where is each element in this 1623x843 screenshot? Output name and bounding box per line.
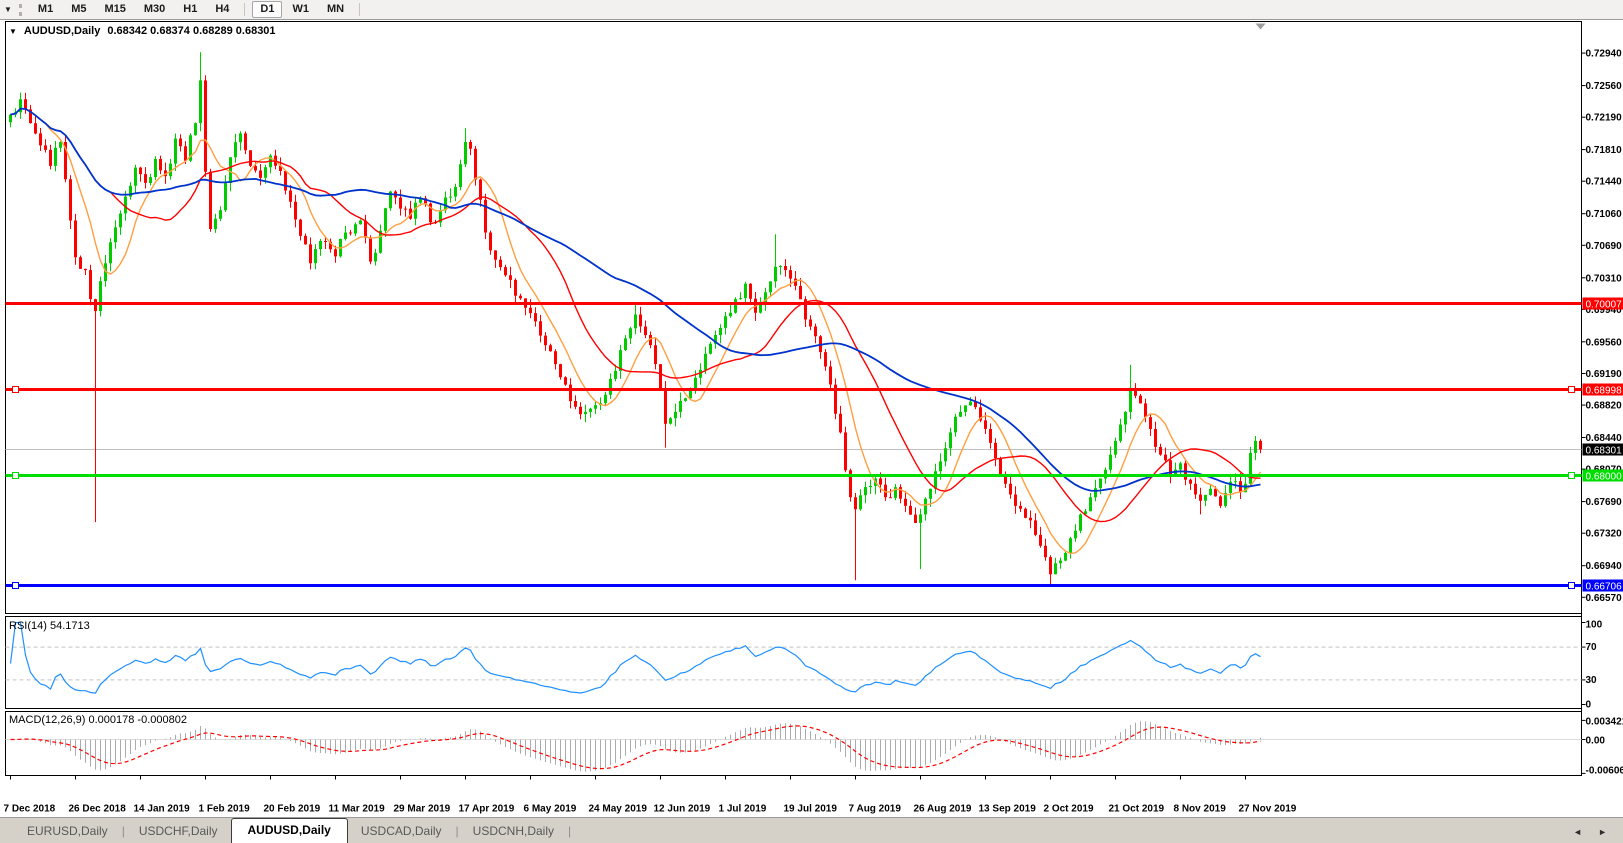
price-tick-label: 0.70690 <box>1586 241 1623 252</box>
date-label: 21 Oct 2019 <box>1109 804 1165 815</box>
price-tick-label: 0.67320 <box>1586 529 1623 540</box>
mt4-window: ▼ M1M5M15M30H1H4D1W1MN 0.729400.725600.7… <box>0 0 1623 843</box>
macd-tick-label: -0.006069 <box>1586 766 1623 777</box>
tab-usdcad[interactable]: USDCAD,Daily <box>348 819 455 843</box>
date-label: 26 Dec 2018 <box>69 804 127 815</box>
price-tick-label: 0.70310 <box>1586 273 1623 284</box>
date-ticks <box>11 776 1246 780</box>
date-label: 29 Mar 2019 <box>394 804 451 815</box>
tab-divider: | <box>567 819 572 843</box>
date-label: 1 Feb 2019 <box>199 804 251 815</box>
chart-tab-bar: EURUSD,Daily|USDCHF,DailyAUDUSD,DailyUSD… <box>0 817 1623 843</box>
date-label: 27 Nov 2019 <box>1239 804 1297 815</box>
hline-price-tag-label: 0.68998 <box>1586 386 1623 397</box>
date-label: 12 Jun 2019 <box>654 804 711 815</box>
rsi-panel-border <box>6 617 1582 709</box>
rsi-tick-label: 0 <box>1586 700 1592 711</box>
date-label: 19 Jul 2019 <box>784 804 838 815</box>
price-tick-label: 0.72190 <box>1586 113 1623 124</box>
date-label: 8 Nov 2019 <box>1174 804 1227 815</box>
tab-eurusd[interactable]: EURUSD,Daily <box>14 819 121 843</box>
toolbar-dropdown-icon[interactable]: ▼ <box>0 5 17 14</box>
date-label: 2 Oct 2019 <box>1044 804 1094 815</box>
timeframe-toolbar: ▼ M1M5M15M30H1H4 D1W1MN <box>0 0 1623 20</box>
macd-histogram <box>11 721 1261 771</box>
timeframe-button-h1[interactable]: H1 <box>175 1 205 18</box>
price-tick-label: 0.71440 <box>1586 177 1623 188</box>
tab-scroll-arrows: ◄ ► <box>1573 827 1623 843</box>
date-label: 11 Mar 2019 <box>329 804 386 815</box>
timeframe-button-m30[interactable]: M30 <box>136 1 173 18</box>
price-tick-label: 0.72560 <box>1586 81 1623 92</box>
hline-price-tag-label: 0.68000 <box>1586 472 1623 483</box>
tab-scroll-right-button[interactable]: ► <box>1598 827 1607 837</box>
price-tick-label: 0.68820 <box>1586 401 1623 412</box>
timeframe-button-mn[interactable]: MN <box>319 1 352 18</box>
toolbar-separator <box>244 3 245 16</box>
chart-canvas[interactable]: 0.72940 0.72560 0.72190 0.71810 0.71440 0.710… <box>0 0 1623 843</box>
tab-usdchf[interactable]: USDCHF,Daily <box>126 819 231 843</box>
date-label: 6 May 2019 <box>524 804 577 815</box>
macd-tick-label: 0.00 <box>1586 736 1606 747</box>
price-tick-label: 0.72940 <box>1586 49 1623 60</box>
rsi-tick-label: 70 <box>1586 642 1598 653</box>
timeframe-button-m1[interactable]: M1 <box>30 1 61 18</box>
current-price-tag-label: 0.68301 <box>1586 446 1623 457</box>
date-label: 17 Apr 2019 <box>459 804 515 815</box>
tab-usdcnh[interactable]: USDCNH,Daily <box>460 819 567 843</box>
toolbar-grip-handle[interactable] <box>19 4 22 16</box>
date-label: 7 Aug 2019 <box>849 804 902 815</box>
hline-price-tag-label: 0.66706 <box>1586 582 1623 593</box>
macd-panel-border <box>6 712 1582 776</box>
price-chart-plot[interactable] <box>6 22 1582 614</box>
date-label: 20 Feb 2019 <box>264 804 321 815</box>
price-tick-label: 0.68440 <box>1586 433 1623 444</box>
price-tick-label: 0.66570 <box>1586 593 1623 604</box>
price-tick-label: 0.69190 <box>1586 369 1623 380</box>
rsi-line <box>11 623 1261 694</box>
tab-scroll-left-button[interactable]: ◄ <box>1573 827 1582 837</box>
price-tick-label: 0.69560 <box>1586 337 1623 348</box>
price-tick-label: 0.71810 <box>1586 145 1623 156</box>
rsi-tick-label: 30 <box>1586 675 1598 686</box>
timeframe-button-m15[interactable]: M15 <box>96 1 133 18</box>
chart-tabs: EURUSD,Daily|USDCHF,DailyAUDUSD,DailyUSD… <box>0 818 572 843</box>
timeframe-button-w1[interactable]: W1 <box>284 1 317 18</box>
tab-audusd[interactable]: AUDUSD,Daily <box>231 818 348 843</box>
date-label: 26 Aug 2019 <box>914 804 972 815</box>
timeframe-button-h4[interactable]: H4 <box>207 1 237 18</box>
date-label: 24 May 2019 <box>589 804 648 815</box>
rsi-tick-label: 100 <box>1586 620 1603 631</box>
price-tick-label: 0.66940 <box>1586 561 1623 572</box>
timeframe-button-group: M1M5M15M30H1H4 D1W1MN <box>29 1 366 18</box>
hline-price-tag-label: 0.70007 <box>1586 300 1623 311</box>
price-tick-label: 0.67690 <box>1586 497 1623 508</box>
macd-tick-label: 0.003421 <box>1586 716 1623 727</box>
date-label: 7 Dec 2018 <box>4 804 56 815</box>
date-label: 14 Jan 2019 <box>134 804 191 815</box>
toolbar-separator <box>359 3 360 16</box>
timeframe-button-m5[interactable]: M5 <box>63 1 94 18</box>
timeframe-button-d1[interactable]: D1 <box>252 1 282 18</box>
price-tick-label: 0.71060 <box>1586 209 1623 220</box>
date-label: 13 Sep 2019 <box>979 804 1037 815</box>
date-label: 1 Jul 2019 <box>719 804 767 815</box>
